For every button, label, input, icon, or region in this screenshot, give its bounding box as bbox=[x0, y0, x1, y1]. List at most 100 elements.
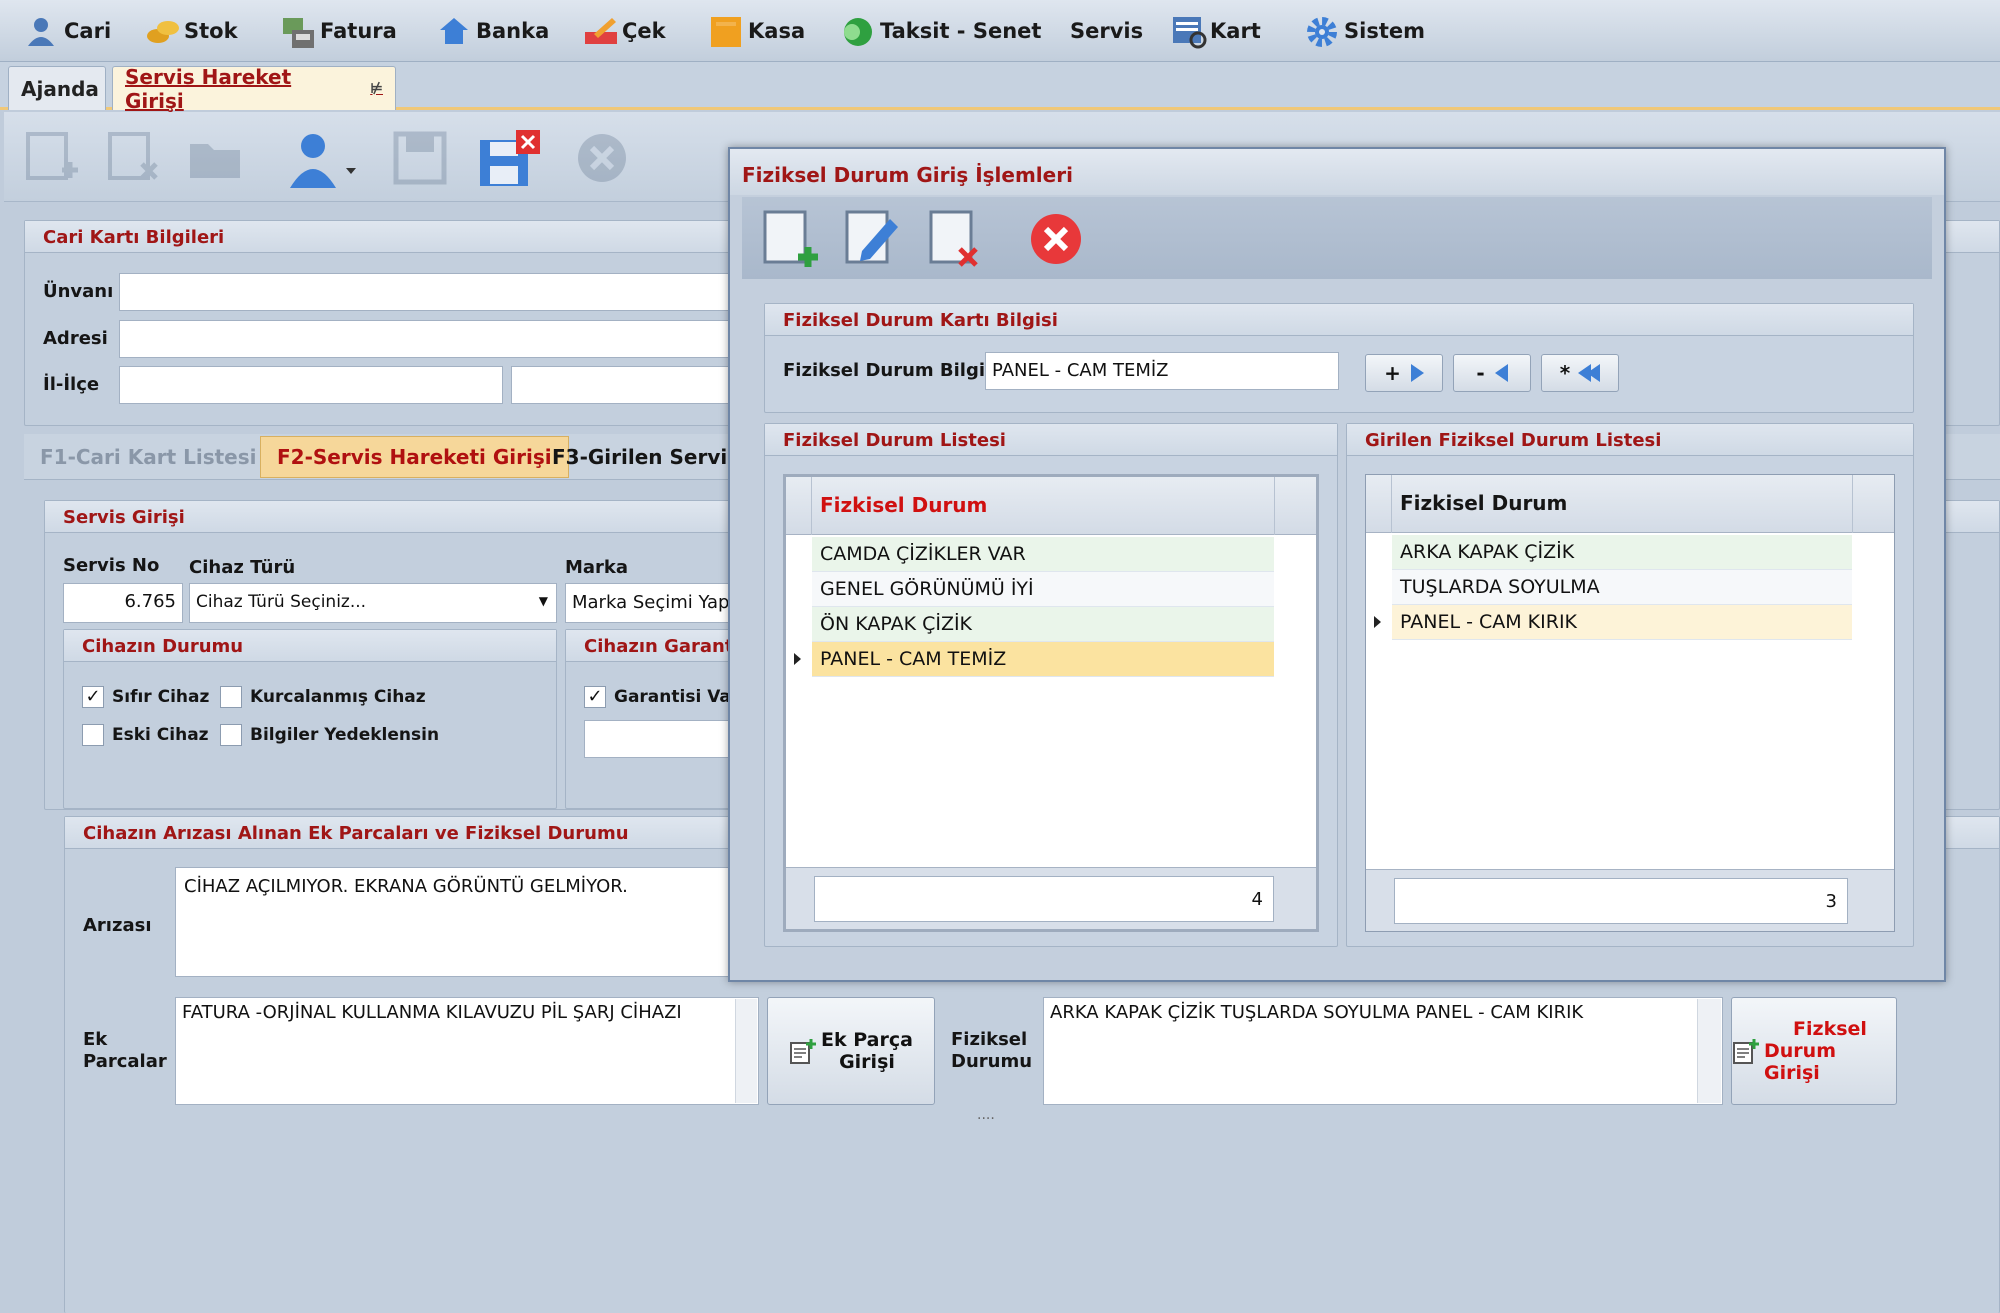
menu-label: Sistem bbox=[1344, 19, 1425, 43]
tab-f2-servis-hareketi-girisi[interactable]: F2-Servis Hareketi Girişi bbox=[260, 436, 569, 478]
fiziksel-durum-bilgisi-input[interactable]: PANEL - CAM TEMİZ bbox=[985, 352, 1339, 390]
fiziksel-durum-girisi-button[interactable]: Fizksel Durum Girişi bbox=[1731, 997, 1897, 1105]
grid-row[interactable]: ÖN KAPAK ÇİZİK bbox=[812, 607, 1274, 642]
cihaz-turu-select[interactable]: Cihaz Türü Seçiniz... ▼ bbox=[189, 583, 557, 623]
delete-record-icon[interactable] bbox=[106, 130, 162, 186]
group-title: Fiziksel Durum Listesi bbox=[765, 424, 1337, 456]
column-header-fiziksel-durum[interactable]: Fizkisel Durum bbox=[820, 493, 987, 517]
grid-row[interactable]: CAMDA ÇİZİKLER VAR bbox=[812, 537, 1274, 572]
remove-all-button[interactable]: * bbox=[1541, 354, 1619, 392]
ariza-textarea[interactable]: CİHAZ AÇILMIYOR. EKRANA GÖRÜNTÜ GELMİYOR… bbox=[175, 867, 815, 977]
fiziksel-durum-textarea[interactable]: ARKA KAPAK ÇİZİK TUŞLARDA SOYULMA PANEL … bbox=[1043, 997, 1723, 1105]
tab-label: Servis Hareket Girişi bbox=[125, 64, 292, 113]
scrollbar[interactable] bbox=[735, 999, 757, 1103]
marka-select[interactable]: Marka Seçimi Yap bbox=[565, 583, 755, 623]
menu-sistem[interactable]: Sistem bbox=[1306, 14, 1425, 48]
adres-label: Adresi bbox=[43, 328, 108, 349]
button-label-1: Ek Parça bbox=[821, 1029, 913, 1051]
menu-kasa[interactable]: Kasa bbox=[710, 14, 805, 48]
new-record-icon[interactable] bbox=[24, 130, 80, 186]
remove-from-list-button[interactable]: - bbox=[1453, 354, 1531, 392]
chevron-down-icon: ▼ bbox=[538, 594, 548, 608]
sifir-cihaz-label: Sıfır Cihaz bbox=[112, 687, 210, 707]
fiziksel-durum-listesi-group: Fiziksel Durum Listesi Fizkisel Durum CA… bbox=[764, 423, 1338, 947]
delete-icon[interactable] bbox=[928, 209, 986, 269]
check-icon bbox=[584, 16, 617, 46]
edit-icon[interactable] bbox=[844, 209, 902, 269]
bilgiler-yedeklensin-checkbox[interactable] bbox=[220, 724, 242, 746]
row-indicator-header bbox=[1366, 475, 1392, 533]
group-title: Fiziksel Durum Kartı Bilgisi bbox=[765, 304, 1913, 336]
tab-servis-hareket-girisi[interactable]: Servis Hareket Girişi ⊭ bbox=[112, 64, 396, 113]
grid-row[interactable]: GENEL GÖRÜNÜMÜ İYİ bbox=[812, 572, 1274, 607]
menu-label: Banka bbox=[476, 19, 550, 43]
fiziksel-durumu-label-2: Durumu bbox=[951, 1051, 1033, 1072]
menu-label: Stok bbox=[184, 19, 238, 43]
grid-footer: 3 bbox=[1366, 869, 1894, 931]
grid-row[interactable]: TUŞLARDA SOYULMA bbox=[1392, 570, 1852, 605]
pin-icon[interactable]: ⊭ bbox=[370, 81, 383, 97]
close-icon[interactable] bbox=[574, 130, 630, 186]
menu-cek[interactable]: Çek bbox=[584, 14, 666, 48]
row-count: 3 bbox=[1394, 878, 1848, 924]
menu-fatura[interactable]: Fatura bbox=[282, 14, 397, 48]
menu-banka[interactable]: Banka bbox=[438, 14, 549, 48]
cancel-save-icon[interactable] bbox=[478, 130, 542, 186]
main-menu-bar: Cari Stok Fatura Banka Çek Kasa Taksit -… bbox=[0, 0, 2000, 62]
close-icon[interactable] bbox=[1028, 211, 1084, 267]
bilgiler-yedeklensin-label: Bilgiler Yedeklensin bbox=[250, 725, 440, 745]
save-icon[interactable] bbox=[392, 130, 448, 186]
splitter-handle[interactable]: .... bbox=[977, 1107, 995, 1123]
column-divider bbox=[1274, 477, 1275, 535]
ek-parcalar-textarea[interactable]: FATURA -ORJİNAL KULLANMA KILAVUZU PİL ŞA… bbox=[175, 997, 759, 1105]
tab-label: F1-Cari Kart Listesi bbox=[40, 445, 257, 469]
tab-ajanda[interactable]: Ajanda bbox=[8, 66, 106, 110]
eski-cihaz-checkbox[interactable] bbox=[82, 724, 104, 746]
scrollbar[interactable] bbox=[1697, 999, 1721, 1103]
button-label: + bbox=[1384, 361, 1401, 385]
girilen-fiziksel-durum-listesi-group: Girilen Fiziksel Durum Listesi Fizkisel … bbox=[1346, 423, 1914, 947]
ariza-label: Arızası bbox=[83, 915, 152, 936]
ilce-input[interactable] bbox=[511, 366, 759, 404]
button-label-2: Girişi bbox=[839, 1051, 895, 1073]
unvan-label: Ünvanı bbox=[43, 281, 114, 302]
unvan-input[interactable] bbox=[119, 273, 759, 311]
sifir-cihaz-checkbox[interactable]: ✓ bbox=[82, 686, 104, 708]
menu-taksit-senet[interactable]: Taksit - Senet bbox=[842, 14, 1041, 48]
kurcalanmis-cihaz-checkbox[interactable] bbox=[220, 686, 242, 708]
row-pointer-icon bbox=[794, 653, 801, 665]
grid-header: Fizkisel Durum bbox=[786, 477, 1316, 535]
add-icon[interactable] bbox=[762, 209, 820, 269]
row-pointer-icon bbox=[1374, 616, 1381, 628]
grid-row[interactable]: ARKA KAPAK ÇİZİK bbox=[1392, 535, 1852, 570]
il-input[interactable] bbox=[119, 366, 503, 404]
tab-f1-cari-kart-listesi[interactable]: F1-Cari Kart Listesi bbox=[24, 436, 273, 478]
menu-stok[interactable]: Stok bbox=[146, 14, 238, 48]
safe-icon bbox=[710, 16, 741, 47]
button-label: - bbox=[1476, 361, 1485, 385]
select-value: Cihaz Türü Seçiniz... bbox=[196, 592, 367, 612]
column-header-fiziksel-durum[interactable]: Fizkisel Durum bbox=[1400, 491, 1567, 515]
column-divider bbox=[1852, 475, 1853, 533]
menu-servis[interactable]: Servis bbox=[1070, 14, 1143, 48]
fiziksel-durum-dialog: Fiziksel Durum Giriş İşlemleri Fiziksel … bbox=[728, 147, 1946, 982]
ek-parcalar-label-1: Ek bbox=[83, 1029, 108, 1050]
menu-label: Cari bbox=[64, 19, 112, 43]
servis-no-input[interactable]: 6.765 bbox=[63, 583, 183, 623]
customer-dropdown-icon[interactable] bbox=[286, 130, 356, 188]
fiziksel-durum-grid: Fizkisel Durum CAMDA ÇİZİKLER VAR GENEL … bbox=[783, 474, 1319, 932]
row-count: 4 bbox=[814, 876, 1274, 922]
menu-kart[interactable]: Kart bbox=[1172, 14, 1261, 49]
open-folder-icon[interactable] bbox=[188, 130, 244, 186]
adres-input[interactable] bbox=[119, 320, 759, 358]
gear-icon bbox=[1306, 16, 1337, 47]
garantisi-var-checkbox[interactable]: ✓ bbox=[584, 686, 606, 708]
fiziksel-durum-karti-group: Fiziksel Durum Kartı Bilgisi Fiziksel Du… bbox=[764, 303, 1914, 413]
grid-row-selected[interactable]: PANEL - CAM TEMİZ bbox=[812, 642, 1274, 677]
menu-label: Fatura bbox=[320, 19, 397, 43]
add-to-list-button[interactable]: + bbox=[1365, 354, 1443, 392]
menu-cari[interactable]: Cari bbox=[26, 14, 111, 48]
ek-parca-girisi-button[interactable]: Ek Parça Girişi bbox=[767, 997, 935, 1105]
arrow-right-icon bbox=[1410, 364, 1424, 382]
grid-row-selected[interactable]: PANEL - CAM KIRIK bbox=[1392, 605, 1852, 640]
